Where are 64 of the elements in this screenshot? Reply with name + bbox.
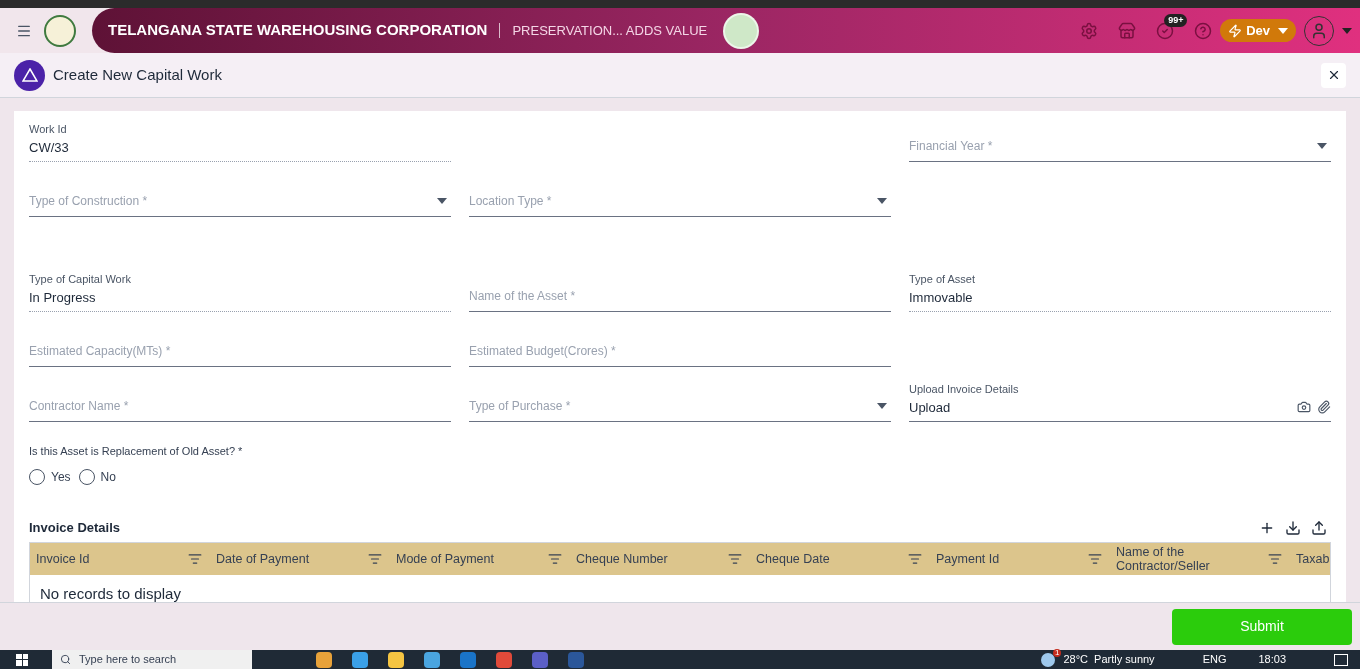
search-icon <box>60 654 71 665</box>
filter-icon[interactable] <box>548 551 562 566</box>
weather-text: 28°C Partly sunny <box>1063 654 1155 665</box>
radio-option[interactable]: No <box>78 468 116 486</box>
column-header[interactable]: Date of Payment <box>210 542 390 575</box>
taskbar-search-field[interactable]: Type here to search <box>52 650 252 669</box>
app-tagline: PRESERVATION... ADDS VALUE <box>512 21 708 40</box>
dropdown-caret-icon <box>877 198 887 204</box>
column-header[interactable]: Payment Id <box>930 542 1110 575</box>
logo-emblem <box>44 14 76 47</box>
field-value: In Progress <box>29 288 97 307</box>
filter-icon[interactable] <box>1088 551 1102 566</box>
column-header[interactable]: Mode of Payment <box>390 542 570 575</box>
notification-badge: 99+ <box>1164 13 1188 27</box>
caret-icon <box>1278 27 1288 34</box>
column-header[interactable]: Cheque Number <box>570 542 750 575</box>
environment-button[interactable]: Dev <box>1220 18 1296 43</box>
empty-message: No records to display <box>39 583 182 602</box>
radio-option[interactable]: Yes <box>29 468 71 486</box>
filter-icon[interactable] <box>908 551 922 566</box>
check-circle-icon[interactable] <box>1156 21 1175 40</box>
language-indicator: ENG <box>1202 654 1227 665</box>
taskbar-app-icon[interactable] <box>316 651 332 668</box>
user-icon <box>1310 21 1328 40</box>
upload-icon[interactable] <box>1311 519 1327 536</box>
input-field[interactable]: Estimated Capacity(MTs) * <box>29 322 451 367</box>
section-title: Invoice Details <box>29 519 121 537</box>
field-value: CW/33 <box>29 138 70 157</box>
dropdown-caret-icon <box>877 403 887 409</box>
download-icon[interactable] <box>1285 519 1301 536</box>
input-field[interactable]: Estimated Budget(Crores) * <box>469 322 891 367</box>
windows-icon[interactable] <box>16 653 28 666</box>
dropdown-caret-icon <box>437 198 447 204</box>
clock-time: 18:03 <box>1258 654 1286 665</box>
filter-icon[interactable] <box>368 551 382 566</box>
input-field[interactable]: Contractor Name * <box>29 377 451 422</box>
paperclip-icon[interactable] <box>1317 400 1331 415</box>
camera-icon[interactable] <box>1297 400 1311 415</box>
caret-icon <box>1342 27 1352 34</box>
dropdown-caret-icon <box>1317 143 1327 149</box>
column-header[interactable]: Cheque Date <box>750 542 930 575</box>
field-label: Type of Capital Work <box>29 272 132 287</box>
field-value: Upload <box>909 398 951 417</box>
weather-badge: 1 <box>1052 648 1062 657</box>
field-value: Immovable <box>909 288 974 307</box>
field-label: Type of Asset <box>909 272 977 287</box>
filter-icon[interactable] <box>1268 551 1282 566</box>
taskbar-app-icon[interactable] <box>352 651 368 668</box>
filter-icon[interactable] <box>728 551 742 566</box>
question-label: Is this Asset is Replacement of Old Asset? * <box>29 445 243 457</box>
page-title: Create New Capital Work <box>53 64 222 85</box>
field-label: Work Id <box>29 122 68 137</box>
taskbar-app-icon[interactable] <box>424 651 440 668</box>
close-button[interactable] <box>1321 62 1346 88</box>
app-title: TELANGANA STATE WAREHOUSING CORPORATION <box>108 20 488 41</box>
state-emblem <box>723 12 760 49</box>
lightning-icon <box>1228 23 1243 38</box>
taskbar-app-icon[interactable] <box>388 651 404 668</box>
field-label: Upload Invoice Details <box>909 382 1020 397</box>
filter-icon[interactable] <box>188 551 202 566</box>
input-field[interactable]: Name of the Asset * <box>469 267 891 312</box>
column-header[interactable]: Name of the Contractor/Seller <box>1110 542 1290 575</box>
column-header[interactable]: Invoice Id <box>30 542 210 575</box>
upload-field[interactable]: Upload Invoice Details Upload <box>909 377 1331 422</box>
